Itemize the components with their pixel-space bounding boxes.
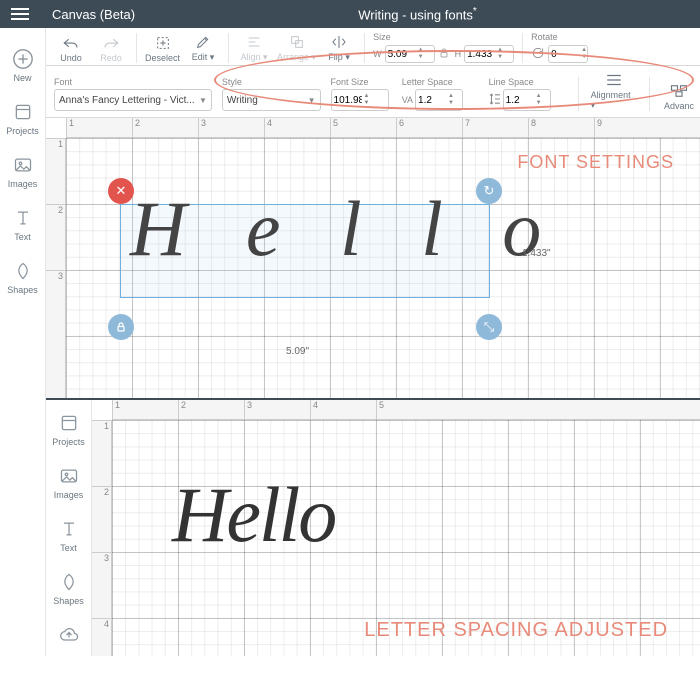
shapes-icon <box>12 260 34 282</box>
width-label: 5.09" <box>286 346 309 357</box>
text-button-2[interactable]: Text <box>46 510 92 563</box>
letter-space-icon: VA <box>402 95 413 105</box>
ruler-horizontal: 123456789 <box>66 118 700 138</box>
delete-handle[interactable]: ✕ <box>108 178 134 204</box>
shapes-label: Shapes <box>7 285 38 295</box>
flip-button[interactable]: Flip ▾ <box>322 32 356 63</box>
text-icon <box>12 207 34 229</box>
stepper-icon[interactable]: ▲▼ <box>418 47 424 61</box>
image-icon <box>58 465 80 487</box>
shapes-button[interactable]: Shapes <box>0 252 46 305</box>
canvas-top[interactable]: 123456789 123 H e l l o ✕ ↻ ⤡ 5.09" 1.43… <box>46 118 700 398</box>
redo-button[interactable]: Redo <box>94 33 128 63</box>
new-label: New <box>13 73 31 83</box>
chevron-down-icon: ▼ <box>199 96 207 105</box>
height-input[interactable]: ▲▼ <box>464 45 514 63</box>
text-label: Text <box>14 232 31 242</box>
new-button[interactable]: New <box>0 40 46 93</box>
ruler-vertical: 1234 <box>92 420 112 656</box>
projects-icon <box>12 101 34 123</box>
rotate-handle[interactable]: ↻ <box>476 178 502 204</box>
stepper-icon[interactable]: ▲▼ <box>536 93 542 107</box>
app-title: Canvas (Beta) <box>52 7 135 22</box>
projects-button-2[interactable]: Projects <box>46 404 92 457</box>
deselect-icon <box>155 33 171 53</box>
annotation-font-settings: FONT SETTINGS <box>517 152 674 173</box>
flip-icon <box>331 32 347 52</box>
plus-circle-icon <box>12 48 34 70</box>
image-icon <box>12 154 34 176</box>
font-select[interactable]: Anna's Fancy Lettering - Vict...▼ <box>54 89 212 111</box>
stepper-icon[interactable]: ▲▼ <box>497 47 503 61</box>
annotation-letter-spacing: LETTER SPACING ADJUSTED <box>364 619 668 642</box>
style-select[interactable]: Writing▼ <box>222 89 321 111</box>
height-label: 1.433" <box>522 248 551 259</box>
rotate-group: Rotate ▲▼ <box>531 32 588 63</box>
images-button-2[interactable]: Images <box>46 457 92 510</box>
lock-handle[interactable] <box>108 314 134 340</box>
arrange-icon <box>289 32 305 52</box>
advanced-button[interactable]: Advanc <box>662 81 696 111</box>
stepper-icon[interactable]: ▲▼ <box>448 93 454 107</box>
canvas-text-2[interactable]: Hello <box>172 470 335 560</box>
alignment-button[interactable]: Alignment ▾ <box>591 70 637 111</box>
images-label: Images <box>8 179 38 189</box>
alignment-icon <box>605 70 623 90</box>
width-input[interactable]: ▲▼ <box>385 45 435 63</box>
align-icon <box>246 32 262 52</box>
align-button[interactable]: Align ▾ <box>237 32 271 63</box>
edit-icon <box>195 32 211 52</box>
fontsize-input[interactable]: ▲▼ <box>331 89 389 111</box>
shapes-button-2[interactable]: Shapes <box>46 563 92 616</box>
stepper-icon[interactable]: ▲▼ <box>364 93 370 107</box>
projects-icon <box>58 412 80 434</box>
shapes-icon <box>58 571 80 593</box>
deselect-button[interactable]: Deselect <box>145 33 180 63</box>
projects-button[interactable]: Projects <box>0 93 46 146</box>
line-space-icon <box>489 92 501 109</box>
left-sidebar-2: Projects Images Text Shapes <box>46 400 92 656</box>
redo-icon <box>102 33 120 53</box>
upload-icon <box>58 624 80 646</box>
ruler-horizontal: 12345 <box>112 400 700 420</box>
stepper-icon[interactable]: ▲▼ <box>581 47 587 61</box>
size-group: Size W ▲▼ H ▲▼ <box>373 32 514 63</box>
topbar: Canvas (Beta) Writing - using fonts* <box>0 0 700 28</box>
line-space-input[interactable]: ▲▼ <box>503 89 551 111</box>
ruler-vertical: 123 <box>46 138 66 398</box>
letter-space-input[interactable]: ▲▼ <box>415 89 463 111</box>
projects-label: Projects <box>6 126 39 136</box>
font-toolbar: Font Anna's Fancy Lettering - Vict...▼ S… <box>46 66 700 118</box>
menu-button[interactable] <box>0 0 40 28</box>
advanced-icon <box>670 81 688 101</box>
undo-button[interactable]: Undo <box>54 33 88 63</box>
lock-icon[interactable] <box>438 47 452 61</box>
edit-button[interactable]: Edit ▾ <box>186 32 220 63</box>
chevron-down-icon: ▼ <box>308 96 316 105</box>
images-button[interactable]: Images <box>0 146 46 199</box>
main-toolbar: Undo Redo Deselect Edit ▾ <box>46 28 700 66</box>
text-button[interactable]: Text <box>0 199 46 252</box>
left-sidebar: New Projects Images Text Shapes <box>0 28 46 656</box>
rotate-input[interactable]: ▲▼ <box>548 45 588 63</box>
doc-title: Writing - using fonts* <box>135 6 700 22</box>
text-icon <box>58 518 80 540</box>
upload-button[interactable] <box>46 616 92 656</box>
undo-icon <box>62 33 80 53</box>
rotate-icon <box>531 46 545 62</box>
canvas-bottom[interactable]: 12345 1234 Hello LETTER SPACING ADJUSTED <box>92 400 700 656</box>
arrange-button[interactable]: Arrange ▾ <box>277 32 316 63</box>
resize-handle[interactable]: ⤡ <box>476 314 502 340</box>
